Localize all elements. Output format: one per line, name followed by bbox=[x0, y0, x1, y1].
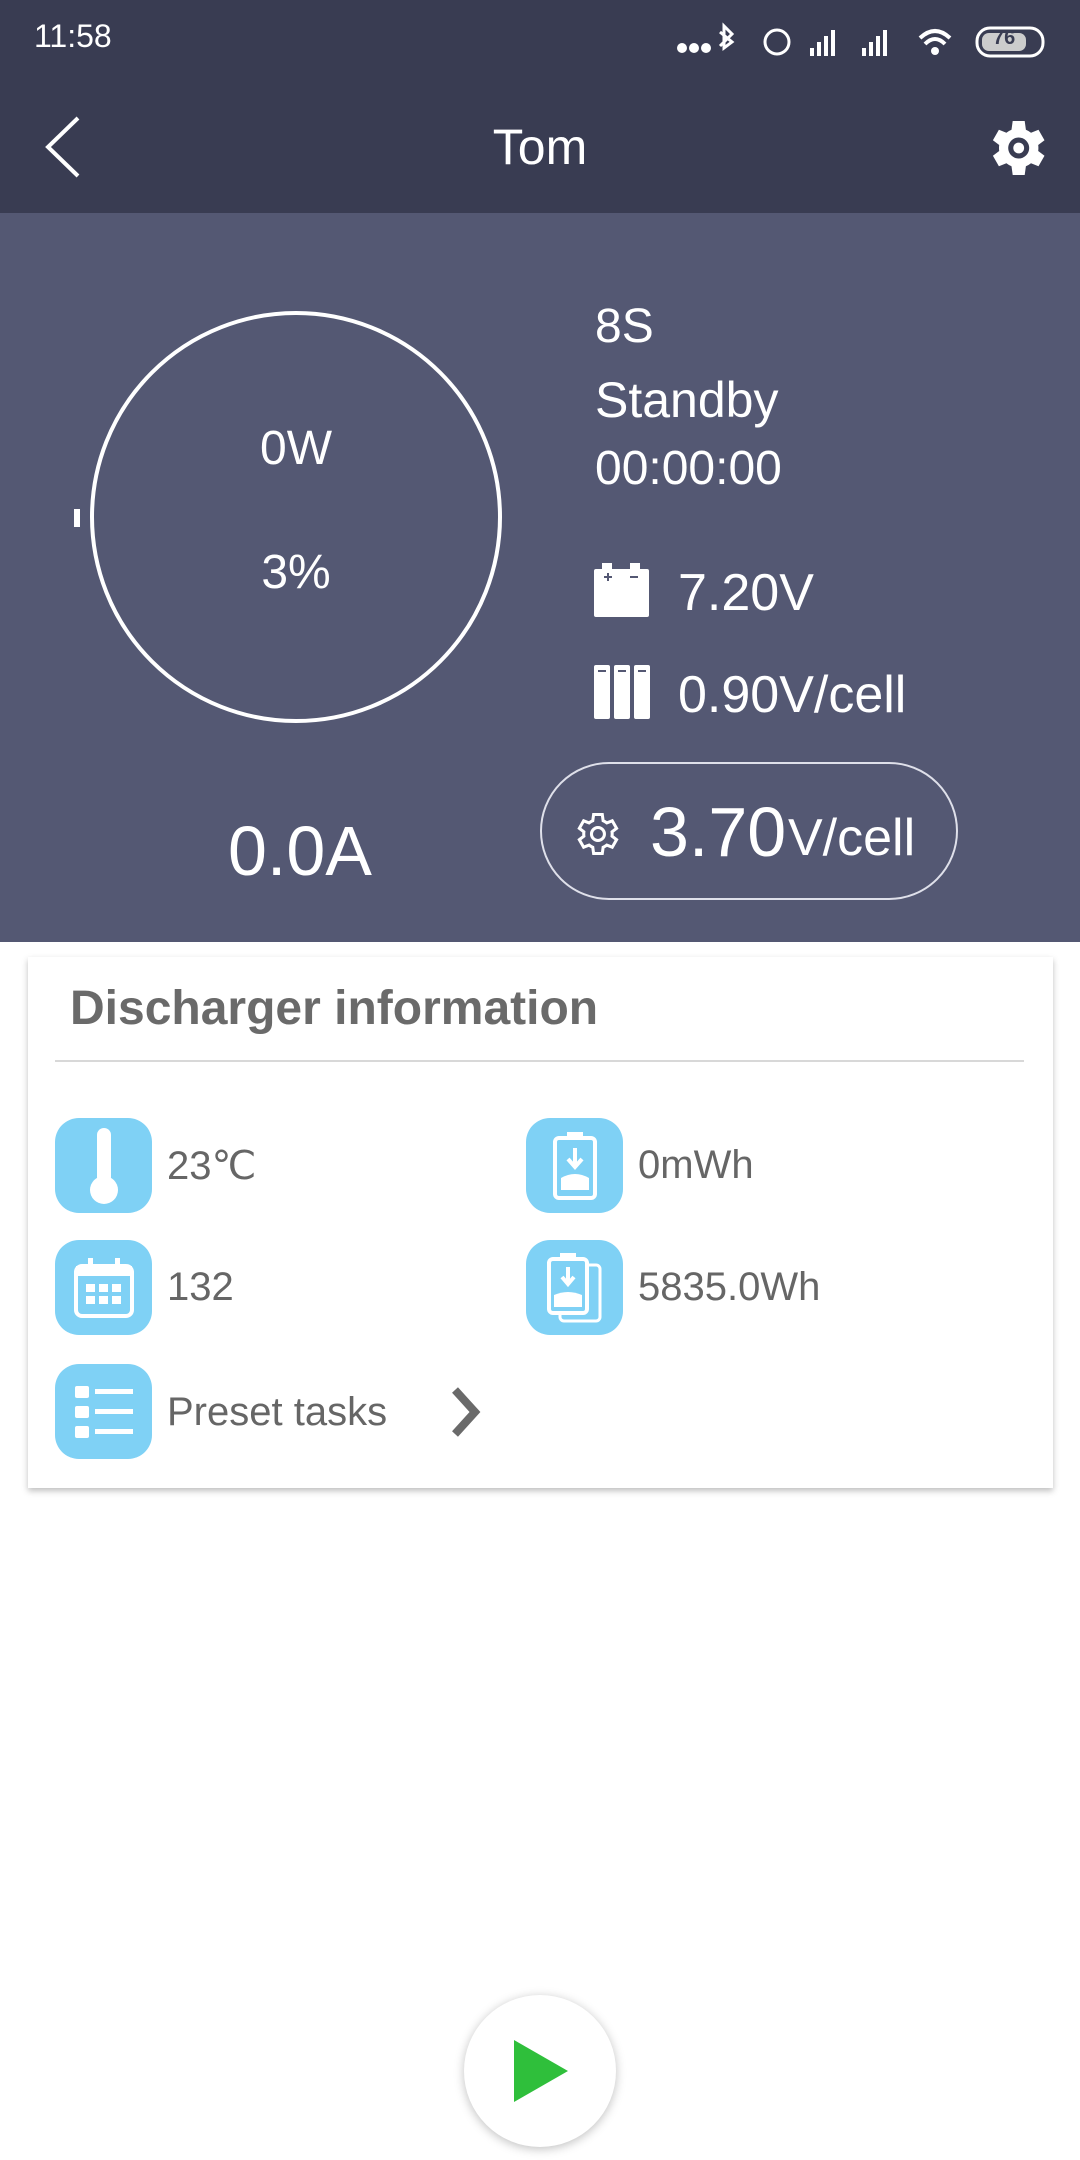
state-label: Standby bbox=[595, 372, 779, 428]
signal-icon bbox=[810, 30, 835, 56]
target-voltage-value: 3.70 bbox=[650, 793, 787, 871]
total-energy-value: 5835.0Wh bbox=[638, 1265, 821, 1309]
cells-icon bbox=[594, 665, 650, 719]
cycle-count: 132 bbox=[167, 1265, 234, 1309]
thermometer-icon bbox=[55, 1118, 152, 1213]
app-header: Tom bbox=[0, 76, 1080, 213]
timer: 00:00:00 bbox=[595, 442, 782, 495]
temperature-value: 23℃ bbox=[167, 1144, 257, 1188]
target-voltage-button[interactable]: 3.70 V/cell bbox=[540, 762, 958, 900]
power-value: 0W bbox=[260, 422, 332, 475]
page-title: Tom bbox=[492, 119, 588, 175]
play-icon bbox=[514, 2040, 568, 2102]
preset-tasks-button[interactable]: Preset tasks bbox=[55, 1364, 505, 1461]
cell-count: 8S bbox=[595, 300, 654, 353]
total-discharge-icon bbox=[526, 1240, 623, 1335]
current-value: 0.0A bbox=[228, 812, 372, 890]
hd-signal-icon bbox=[862, 30, 887, 56]
list-icon bbox=[55, 1364, 152, 1459]
cell-voltage: 0.90V/cell bbox=[678, 666, 907, 724]
battery-level: 76 bbox=[993, 27, 1016, 49]
chevron-right-icon bbox=[452, 1387, 481, 1437]
card-title: Discharger information bbox=[70, 982, 599, 1035]
status-time: 11:58 bbox=[34, 18, 112, 54]
preset-tasks-label: Preset tasks bbox=[167, 1390, 388, 1434]
gauge-progress-marker bbox=[74, 509, 80, 527]
discharger-info-card: Discharger information 23℃ 0mWh 132 5835… bbox=[28, 957, 1053, 1488]
divider bbox=[55, 1060, 1024, 1062]
pack-voltage: 7.20V bbox=[678, 564, 814, 622]
battery-pack-icon bbox=[594, 563, 649, 617]
energy-value: 0mWh bbox=[638, 1143, 754, 1187]
target-voltage-unit: V/cell bbox=[788, 809, 916, 867]
alarm-icon bbox=[763, 28, 791, 56]
gear-outline-icon bbox=[577, 812, 619, 856]
start-button[interactable] bbox=[464, 1995, 616, 2147]
status-panel: 0W 3% 0.0A 8S Standby 00:00:00 7.20V 0.9… bbox=[0, 213, 1080, 942]
calendar-icon bbox=[55, 1240, 152, 1335]
percent-value: 3% bbox=[261, 546, 331, 599]
bluetooth-icon bbox=[718, 22, 735, 51]
battery-discharge-icon bbox=[526, 1118, 623, 1213]
status-bar: 11:58 76 bbox=[0, 0, 1080, 76]
wifi-icon bbox=[918, 29, 952, 46]
power-gauge bbox=[74, 311, 502, 723]
gear-icon[interactable] bbox=[980, 112, 1052, 184]
